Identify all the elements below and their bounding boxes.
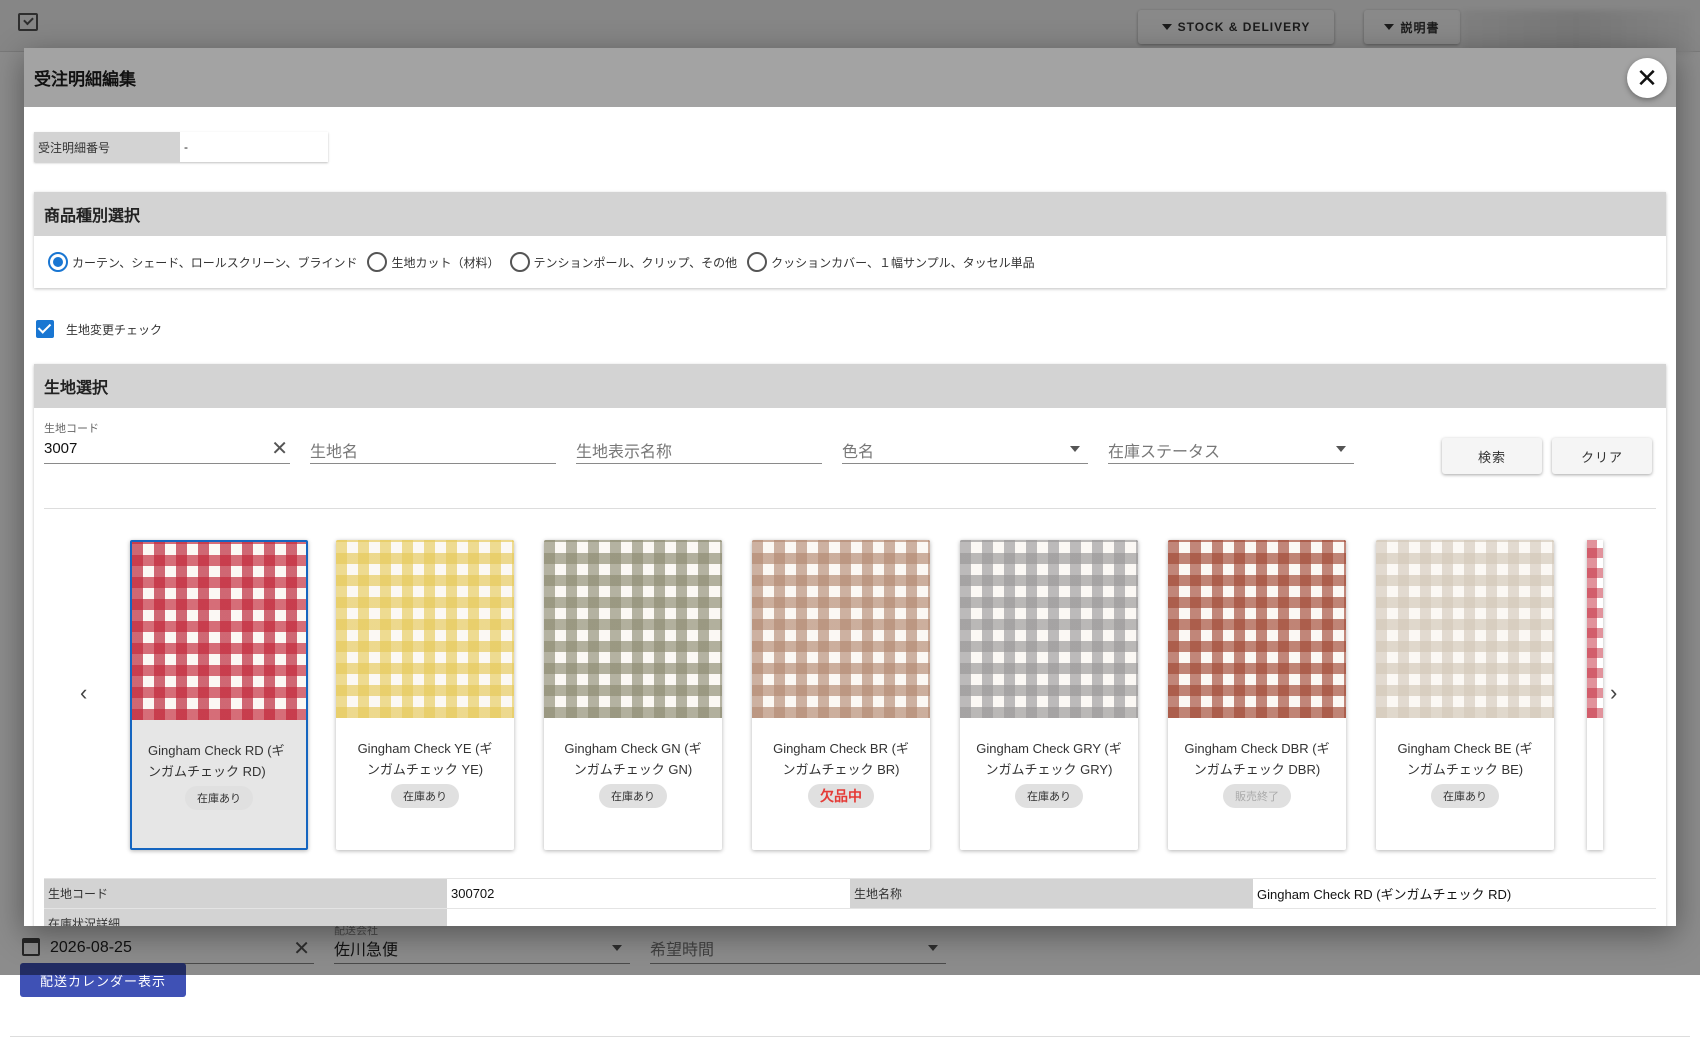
product-type-option-3[interactable]: クッションカバー、１幅サンプル、タッセル単品 <box>747 252 1035 272</box>
carousel-next-icon[interactable]: › <box>1610 680 1617 706</box>
close-icon[interactable]: ✕ <box>1627 58 1667 98</box>
status-badge-wrap: 欠品中 <box>752 784 930 808</box>
fabric-change-checkbox[interactable] <box>36 320 54 338</box>
modal-title: 受注明細編集 <box>34 70 136 89</box>
fabric-swatch <box>1587 540 1603 718</box>
color-placeholder: 色名 <box>842 444 875 461</box>
fabric-card[interactable]: Gingham Check DBR (ギンガムチェック DBR) 販売終了 <box>1168 540 1346 850</box>
fabric-change-label: 生地変更チェック <box>66 322 163 337</box>
product-type-radio-group: カーテン、シェード、ロールスクリーン、ブラインド 生地カット（材料） テンションポー… <box>34 236 1666 288</box>
fabric-card[interactable]: Gingham Check GN (ギンガムチェック GN) 在庫あり <box>544 540 722 850</box>
fabric-code-input[interactable]: 生地コード 3007 ✕ <box>44 423 290 464</box>
status-badge-wrap: 在庫あり <box>132 786 306 810</box>
status-badge-wrap: 在庫あり <box>544 784 722 808</box>
search-button[interactable]: 検索 <box>1442 438 1542 474</box>
detail-number-field: 受注明細番号 - <box>34 132 328 162</box>
fabric-swatch <box>1168 540 1346 718</box>
fabric-card-name: Gingham Check YE (ギンガムチェック YE) <box>357 741 493 777</box>
clear-button-label: クリア <box>1580 449 1623 465</box>
carousel-prev-icon[interactable]: ‹ <box>80 680 87 706</box>
fabric-display-name-input[interactable]: 生地表示名称 <box>576 424 822 464</box>
fabric-card-name: Gingham Check BE (ギンガムチェック BE) <box>1397 741 1533 777</box>
status-badge: 在庫あり <box>599 784 667 808</box>
product-type-option-2[interactable]: テンションポール、クリップ、その他 <box>509 252 738 272</box>
product-type-option-label: 生地カット（材料） <box>391 255 500 270</box>
fabric-info-row: 在庫状況詳細 <box>44 908 1656 926</box>
fabric-card-name: Gingham Check BR (ギンガムチェック BR) <box>773 741 909 777</box>
fabric-name-placeholder: 生地名 <box>310 444 359 461</box>
dropdown-arrow-icon <box>1070 446 1080 452</box>
fabric-select-title: 生地選択 <box>34 364 1666 408</box>
fabric-change-check[interactable]: 生地変更チェック <box>36 320 162 338</box>
fabric-swatch <box>336 540 514 718</box>
fabric-card-partial[interactable] <box>1587 540 1603 850</box>
stock-status-select[interactable]: 在庫ステータス <box>1108 424 1354 464</box>
order-detail-modal: 受注明細編集 受注明細番号 - 商品種別選択 カーテン、シェード、ロールスクリー… <box>24 48 1676 926</box>
fabric-name-input[interactable]: 生地名 <box>310 424 556 464</box>
color-select[interactable]: 色名 <box>842 424 1088 464</box>
status-badge: 欠品中 <box>808 784 874 808</box>
radio-button[interactable] <box>747 252 768 272</box>
fabric-swatch <box>752 540 930 718</box>
info-stock-label: 在庫状況詳細 <box>44 909 447 926</box>
product-type-option-0[interactable]: カーテン、シェード、ロールスクリーン、ブラインド <box>48 252 357 272</box>
dropdown-arrow-icon <box>1336 446 1346 452</box>
fabric-card-name: Gingham Check GRY (ギンガムチェック GRY) <box>976 741 1122 777</box>
fabric-swatch <box>544 540 722 718</box>
product-type-option-label: テンションポール、クリップ、その他 <box>533 255 738 270</box>
clear-icon[interactable]: ✕ <box>271 436 288 461</box>
fabric-card-name: Gingham Check DBR (ギンガムチェック DBR) <box>1184 741 1330 777</box>
radio-button[interactable] <box>48 252 68 272</box>
fabric-card[interactable]: Gingham Check BR (ギンガムチェック BR) 欠品中 <box>752 540 930 850</box>
fabric-swatch <box>132 542 306 720</box>
fabric-card[interactable]: Gingham Check GRY (ギンガムチェック GRY) 在庫あり <box>960 540 1138 850</box>
detail-number-label: 受注明細番号 <box>34 132 180 162</box>
product-type-title: 商品種別選択 <box>34 192 1666 236</box>
info-name-value: Gingham Check RD (ギンガムチェック RD) <box>1253 879 1656 908</box>
radio-button[interactable] <box>367 252 388 272</box>
radio-button[interactable] <box>509 252 530 272</box>
fabric-info-row: 生地コード 300702 生地名称 Gingham Check RD (ギンガム… <box>44 878 1656 908</box>
divider <box>44 508 1656 509</box>
status-badge: 在庫あり <box>1431 784 1499 808</box>
fabric-code-label: 生地コード <box>44 423 99 435</box>
modal-header: 受注明細編集 <box>24 48 1676 107</box>
fabric-card[interactable]: Gingham Check YE (ギンガムチェック YE) 在庫あり <box>336 540 514 850</box>
fabric-info-table: 生地コード 300702 生地名称 Gingham Check RD (ギンガム… <box>44 878 1656 926</box>
product-type-section: 商品種別選択 カーテン、シェード、ロールスクリーン、ブラインド 生地カット（材料）… <box>34 192 1666 288</box>
fabric-display-name-placeholder: 生地表示名称 <box>576 444 673 461</box>
info-code-value: 300702 <box>447 879 850 908</box>
status-badge: 在庫あり <box>1015 784 1083 808</box>
status-badge: 販売終了 <box>1223 784 1291 808</box>
fabric-swatch <box>960 540 1138 718</box>
stock-status-placeholder: 在庫ステータス <box>1108 444 1221 461</box>
status-badge-wrap: 在庫あり <box>960 784 1138 808</box>
info-code-label: 生地コード <box>44 879 447 908</box>
fabric-swatch <box>1376 540 1554 718</box>
product-type-option-label: カーテン、シェード、ロールスクリーン、ブラインド <box>72 255 358 270</box>
detail-number-value: - <box>180 132 328 162</box>
info-name-label: 生地名称 <box>850 879 1253 908</box>
status-badge-wrap: 販売終了 <box>1168 784 1346 808</box>
product-type-option-1[interactable]: 生地カット（材料） <box>367 252 500 272</box>
search-button-label: 検索 <box>1477 449 1506 465</box>
status-badge-wrap: 在庫あり <box>336 784 514 808</box>
fabric-card[interactable]: Gingham Check RD (ギンガムチェック RD) 在庫あり <box>130 540 308 850</box>
product-type-option-label: クッションカバー、１幅サンプル、タッセル単品 <box>771 255 1035 270</box>
fabric-code-value: 3007 <box>44 440 78 457</box>
divider <box>10 1036 1690 1037</box>
status-badge: 在庫あり <box>391 784 459 808</box>
clear-button[interactable]: クリア <box>1552 438 1652 474</box>
fabric-card-name: Gingham Check RD (ギンガムチェック RD) <box>148 743 285 779</box>
info-stock-value <box>447 909 850 926</box>
status-badge-wrap: 在庫あり <box>1376 784 1554 808</box>
fabric-card-name: Gingham Check GN (ギンガムチェック GN) <box>564 741 702 777</box>
status-badge: 在庫あり <box>185 786 253 810</box>
fabric-card[interactable]: Gingham Check BE (ギンガムチェック BE) 在庫あり <box>1376 540 1554 850</box>
